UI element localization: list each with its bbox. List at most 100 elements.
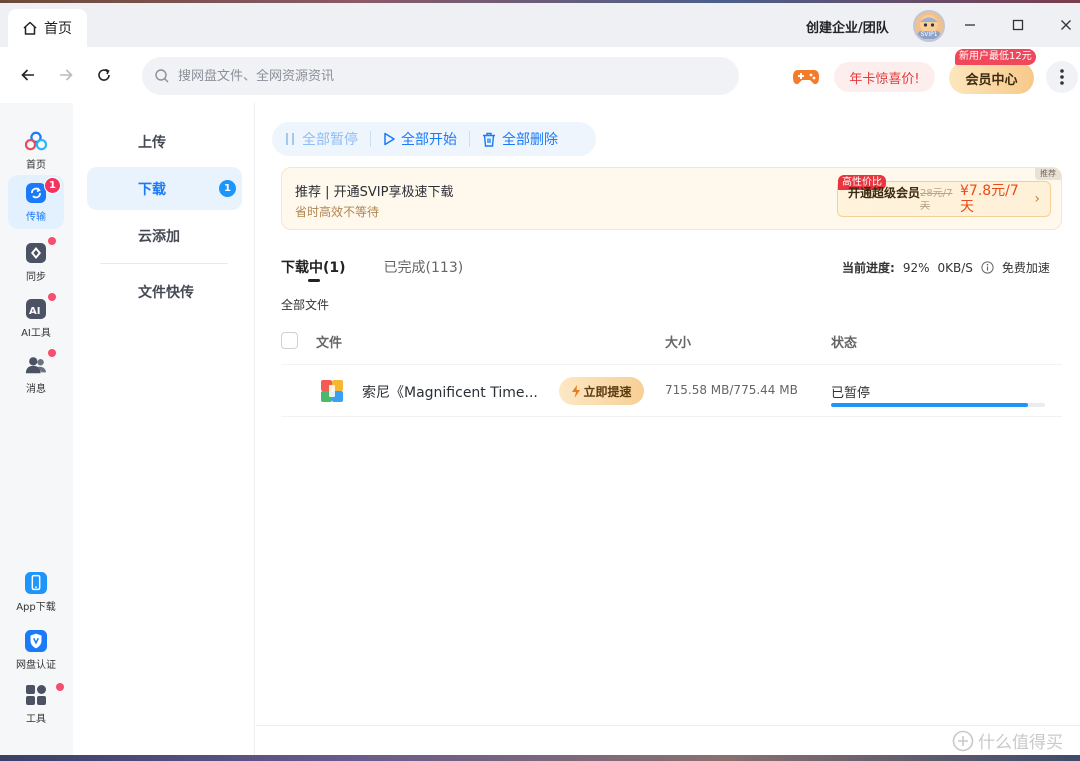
vip-center-button[interactable]: 会员中心 [949, 62, 1034, 94]
svip-promo-banner[interactable]: 推荐 | 开通SVIP享极速下载 省时高效不等待 推荐 高性价比 开通超级会员 … [281, 167, 1062, 230]
app-window: 首页 创建企业/团队 SVIP1 搜网盘文件、全网资源资讯 年卡惊喜价! 会员中… [0, 3, 1080, 755]
download-count-badge: 1 [219, 180, 236, 197]
rail-item-transfer[interactable]: 传输 1 [8, 175, 64, 229]
rail-item-verify[interactable]: 网盘认证 [8, 623, 64, 677]
table-row[interactable]: 索尼《Magnificent Time... 立即提速 715.58 MB/77… [281, 365, 1062, 417]
tools-notification-dot [56, 683, 64, 691]
grid-icon [25, 684, 47, 706]
tab-downloading[interactable]: 下载中(1) [281, 257, 346, 282]
free-boost-link[interactable]: 免费加速 [1002, 259, 1050, 276]
arrow-left-icon [21, 69, 34, 81]
submenu-label-quick-transfer: 文件快传 [138, 284, 194, 301]
pause-all-label: 全部暂停 [302, 132, 358, 148]
bottom-divider [256, 725, 1080, 726]
home-icon [23, 21, 37, 35]
submenu-item-cloud-add[interactable]: 云添加 [87, 214, 242, 257]
column-header-size: 大小 [665, 336, 692, 351]
transfer-toolbar: 全部暂停 全部开始 全部删除 [272, 122, 596, 156]
download-speed: 0KB/S [937, 260, 973, 275]
search-icon [155, 69, 169, 83]
rail-label-verify: 网盘认证 [16, 659, 56, 671]
transfer-count-badge: 1 [44, 177, 61, 194]
tab-completed[interactable]: 已完成(113) [384, 257, 464, 277]
title-bar: 首页 创建企业/团队 SVIP1 [0, 3, 1080, 47]
lightning-icon [572, 384, 581, 398]
offer-old-price: 28元/7天 [920, 188, 953, 212]
submenu-label-cloud-add: 云添加 [138, 228, 180, 245]
rail-item-messages[interactable]: 消息 [8, 347, 64, 401]
column-header-status: 状态 [831, 336, 858, 351]
more-vertical-icon [1060, 69, 1064, 85]
start-all-button[interactable]: 全部开始 [371, 122, 469, 156]
forward-button[interactable] [54, 63, 78, 87]
download-progress-bar [831, 403, 1045, 407]
speed-up-button[interactable]: 立即提速 [559, 377, 644, 405]
more-menu-button[interactable] [1046, 61, 1078, 93]
delete-all-button[interactable]: 全部删除 [470, 122, 570, 156]
search-input[interactable] [178, 68, 678, 84]
rail-label-transfer: 传输 [26, 211, 46, 223]
year-card-promo-button[interactable]: 年卡惊喜价! [834, 62, 935, 92]
submenu-item-download[interactable]: 下载 1 [87, 167, 242, 210]
progress-label: 当前进度: [842, 261, 895, 275]
tab-home[interactable]: 首页 [8, 9, 87, 47]
promo-subtitle: 省时高效不等待 [295, 205, 380, 219]
info-icon[interactable] [981, 261, 994, 274]
submenu-item-upload[interactable]: 上传 [87, 120, 242, 163]
rail-item-sync[interactable]: 同步 [8, 235, 64, 289]
svip-offer-button[interactable]: 高性价比 开通超级会员 28元/7天 ¥7.8元/7天 › [837, 175, 1051, 217]
file-status: 已暂停 [831, 386, 871, 401]
sync-notification-dot [48, 237, 56, 245]
home-cloud-icon [25, 130, 47, 152]
download-progress-fill [831, 403, 1028, 407]
search-box[interactable] [142, 57, 739, 95]
delete-all-label: 全部删除 [502, 132, 558, 148]
progress-info: 当前进度: 92% 0KB/S 免费加速 [842, 259, 1058, 276]
refresh-button[interactable] [92, 63, 116, 87]
game-icon[interactable] [792, 67, 820, 91]
phone-icon [25, 571, 47, 594]
play-icon [384, 132, 395, 146]
submenu-item-quick-transfer[interactable]: 文件快传 [87, 270, 242, 313]
promo-recommend-tag: 推荐 [1035, 168, 1061, 180]
offer-name: 开通超级会员 [848, 186, 921, 200]
rail-label-ai-tools: AI工具 [21, 327, 51, 339]
main-content: 全部暂停 全部开始 全部删除 推荐 | 开通SVIP享极速下载 省时高效不等待 … [256, 103, 1080, 755]
refresh-icon [98, 68, 110, 81]
rail-item-ai-tools[interactable]: AI AI工具 [8, 291, 64, 345]
archive-file-icon [321, 380, 343, 402]
minimize-icon [965, 24, 975, 26]
submenu-label-download: 下载 [138, 181, 166, 198]
left-rail: 首页 传输 1 同步 AI AI工具 消息 App下载 网盘认证 工具 [0, 103, 73, 755]
pause-all-button[interactable]: 全部暂停 [272, 122, 370, 156]
rail-item-app-download[interactable]: App下载 [8, 565, 64, 619]
close-button[interactable] [1054, 13, 1078, 37]
verify-icon [25, 629, 47, 652]
rail-label-app-download: App下载 [16, 601, 56, 613]
minimize-button[interactable] [958, 13, 982, 37]
progress-percent: 92% [902, 260, 930, 275]
offer-new-price: ¥7.8元/7天 [960, 183, 1019, 215]
rail-item-home[interactable]: 首页 [8, 123, 64, 177]
maximize-button[interactable] [1006, 13, 1030, 37]
ai-tools-icon: AI [25, 298, 47, 320]
tab-home-label: 首页 [44, 21, 72, 37]
trash-icon [483, 132, 495, 147]
rail-label-messages: 消息 [26, 383, 46, 395]
transfer-submenu: 上传 下载 1 云添加 文件快传 [73, 103, 255, 755]
nav-bar: 年卡惊喜价! 会员中心 新用户最低12元 [0, 47, 1080, 103]
pause-icon [286, 133, 294, 145]
column-header-file: 文件 [316, 336, 343, 351]
create-team-link[interactable]: 创建企业/团队 [806, 17, 889, 36]
rail-label-tools: 工具 [26, 713, 46, 725]
promo-title: 推荐 | 开通SVIP享极速下载 [295, 185, 454, 200]
start-all-label: 全部开始 [401, 132, 457, 148]
ai-tools-notification-dot [48, 293, 56, 301]
rail-label-home: 首页 [26, 159, 46, 171]
avatar[interactable]: SVIP1 [913, 10, 945, 42]
breadcrumb[interactable]: 全部文件 [281, 296, 329, 313]
rail-item-tools[interactable]: 工具 [8, 677, 64, 731]
back-button[interactable] [16, 63, 40, 87]
chevron-right-icon: › [1034, 191, 1040, 207]
select-all-checkbox[interactable] [281, 332, 298, 349]
